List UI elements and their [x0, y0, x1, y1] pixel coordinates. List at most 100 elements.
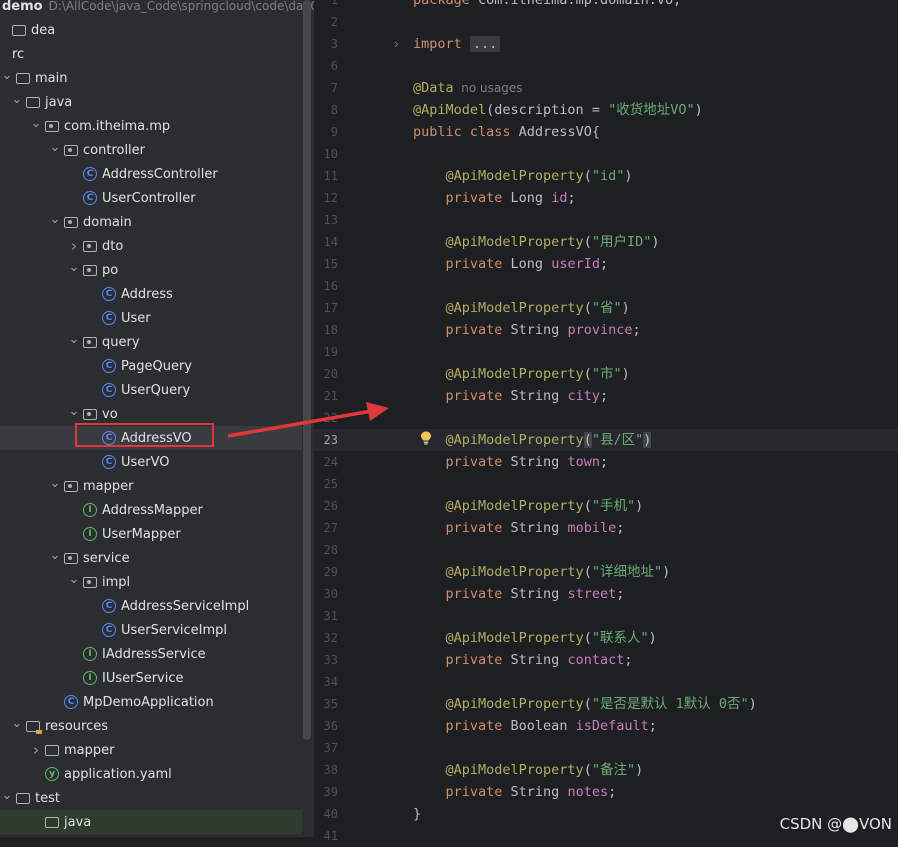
tree-item[interactable]: ⌄ com.itheima.mp [0, 114, 302, 138]
code-line[interactable]: private String notes; [413, 781, 617, 803]
code-line[interactable]: private Boolean isDefault; [413, 715, 657, 737]
code-line[interactable]: @ApiModelProperty("用户ID") [413, 231, 660, 253]
code-line[interactable]: private Long id; [413, 187, 576, 209]
chevron-icon[interactable]: ⌄ [10, 92, 24, 107]
chevron-icon[interactable]: ⌄ [10, 716, 24, 731]
code-token: @ApiModelProperty [445, 366, 584, 382]
tree-item[interactable]: C User [0, 306, 302, 330]
code-editor[interactable]: 1 package com.itheima.mp.domain.vo; 2 3 › imp… [314, 0, 898, 843]
tree-item[interactable]: I AddressMapper [0, 498, 302, 522]
chevron-icon[interactable]: ⌄ [48, 548, 62, 563]
code-token: @ApiModelProperty [445, 432, 584, 448]
code-line[interactable]: public class AddressVO{ [413, 121, 600, 143]
code-token: id [551, 190, 568, 206]
fold-chevron-icon[interactable]: › [394, 33, 399, 55]
line-number: 22 [323, 411, 338, 425]
tree-item[interactable]: ⌄ domain [0, 210, 302, 234]
chevron-icon[interactable]: › [67, 237, 81, 255]
chevron-icon[interactable]: › [29, 741, 43, 759]
package-icon [45, 120, 59, 132]
tree-item[interactable]: C MpDemoApplication [0, 690, 302, 714]
code-token: Long [510, 256, 552, 272]
chevron-icon[interactable]: ⌄ [0, 788, 14, 803]
code-line[interactable]: @ApiModelProperty("市") [413, 363, 630, 385]
code-token: String [510, 652, 568, 668]
tree-item[interactable]: C UserVO [0, 450, 302, 474]
tree-item[interactable]: ⌄ resources [0, 714, 302, 738]
tree-item[interactable]: ⌄ po [0, 258, 302, 282]
tree-item[interactable]: ⌄ mapper [0, 474, 302, 498]
line-number: 15 [323, 257, 338, 271]
code-line[interactable]: package com.itheima.mp.domain.vo; [413, 0, 681, 11]
tree-item-label: main [35, 70, 68, 86]
chevron-icon[interactable]: ⌄ [48, 476, 62, 491]
code-token: contact [567, 652, 625, 668]
tree-item[interactable]: C PageQuery [0, 354, 302, 378]
chevron-icon[interactable]: ⌄ [29, 116, 43, 131]
tree-item[interactable]: ⌄ java [0, 90, 302, 114]
code-line[interactable]: @ApiModelProperty("详细地址") [413, 561, 671, 583]
tree-item[interactable]: ⌄ impl [0, 570, 302, 594]
tree-item[interactable]: I IUserService [0, 666, 302, 690]
tree-item[interactable]: rc [0, 42, 302, 66]
code-token: ) [621, 300, 630, 316]
code-token: private [445, 322, 511, 338]
project-header[interactable]: demo D:\AllCode\java_Code\springcloud\co… [0, 0, 314, 18]
code-line[interactable]: @ApiModelProperty("备注") [413, 759, 644, 781]
chevron-icon[interactable]: ⌄ [0, 68, 14, 83]
tree-item-label: IUserService [102, 670, 184, 686]
tree-item[interactable]: C Address [0, 282, 302, 306]
code-token: private [445, 652, 511, 668]
chevron-icon[interactable]: ⌄ [48, 212, 62, 227]
line-number: 10 [323, 147, 338, 161]
chevron-icon[interactable]: ⌄ [67, 572, 81, 587]
tree-item[interactable]: C UserController [0, 186, 302, 210]
lightbulb-icon[interactable] [420, 431, 432, 445]
code-line[interactable]: import ... [413, 33, 501, 55]
tree-item[interactable]: C UserQuery [0, 378, 302, 402]
line-number: 9 [330, 125, 338, 139]
tree-item[interactable]: ⌄ controller [0, 138, 302, 162]
code-line[interactable]: private Long userId; [413, 253, 609, 275]
code-line[interactable]: @Data no usages [413, 77, 523, 99]
chevron-icon[interactable]: ⌄ [48, 140, 62, 155]
tree-item[interactable]: › dto [0, 234, 302, 258]
code-line[interactable]: @ApiModelProperty("县/区") [413, 429, 652, 451]
code-line[interactable]: private String town; [413, 451, 609, 473]
code-line[interactable]: private String contact; [413, 649, 633, 671]
code-line[interactable]: } [413, 803, 421, 825]
code-line[interactable]: private String mobile; [413, 517, 625, 539]
tree-item-label: UserQuery [121, 382, 191, 398]
code-line[interactable]: @ApiModelProperty("id") [413, 165, 633, 187]
chevron-icon[interactable]: ⌄ [67, 332, 81, 347]
tree-item[interactable]: ⌄ main [0, 66, 302, 90]
code-line[interactable]: @ApiModelProperty("联系人") [413, 627, 657, 649]
code-line[interactable]: @ApiModel(description = "收货地址VO") [413, 99, 703, 121]
tree-item[interactable]: ⌄ test [0, 786, 302, 810]
tree-item[interactable]: ⌄ service [0, 546, 302, 570]
tree-item[interactable]: › mapper [0, 738, 302, 762]
chevron-icon[interactable]: ⌄ [67, 260, 81, 275]
code-line[interactable]: private String street; [413, 583, 625, 605]
code-line[interactable]: @ApiModelProperty("手机") [413, 495, 644, 517]
code-line[interactable]: @ApiModelProperty("省") [413, 297, 630, 319]
code-token: ; [608, 784, 617, 800]
chevron-icon[interactable]: ⌄ [67, 404, 81, 419]
tree-item[interactable]: I UserMapper [0, 522, 302, 546]
tree-item[interactable]: I IAddressService [0, 642, 302, 666]
class-icon: C [102, 359, 116, 373]
code-line[interactable]: @ApiModelProperty("是否是默认 1默认 0否") [413, 693, 757, 715]
tree-item[interactable]: C UserServiceImpl [0, 618, 302, 642]
code-line[interactable]: private String province; [413, 319, 641, 341]
tree-item[interactable]: ⌄ query [0, 330, 302, 354]
code-line[interactable]: private String city; [413, 385, 609, 407]
tree-item[interactable]: C AddressServiceImpl [0, 594, 302, 618]
tree-item[interactable]: java [0, 810, 302, 834]
tree-item[interactable]: C AddressController [0, 162, 302, 186]
sidebar-scrollbar[interactable] [303, 0, 311, 740]
code-token: ( [583, 498, 592, 514]
tree-item[interactable]: y application.yaml [0, 762, 302, 786]
tree-item[interactable]: dea [0, 18, 302, 42]
line-number: 38 [323, 763, 338, 777]
